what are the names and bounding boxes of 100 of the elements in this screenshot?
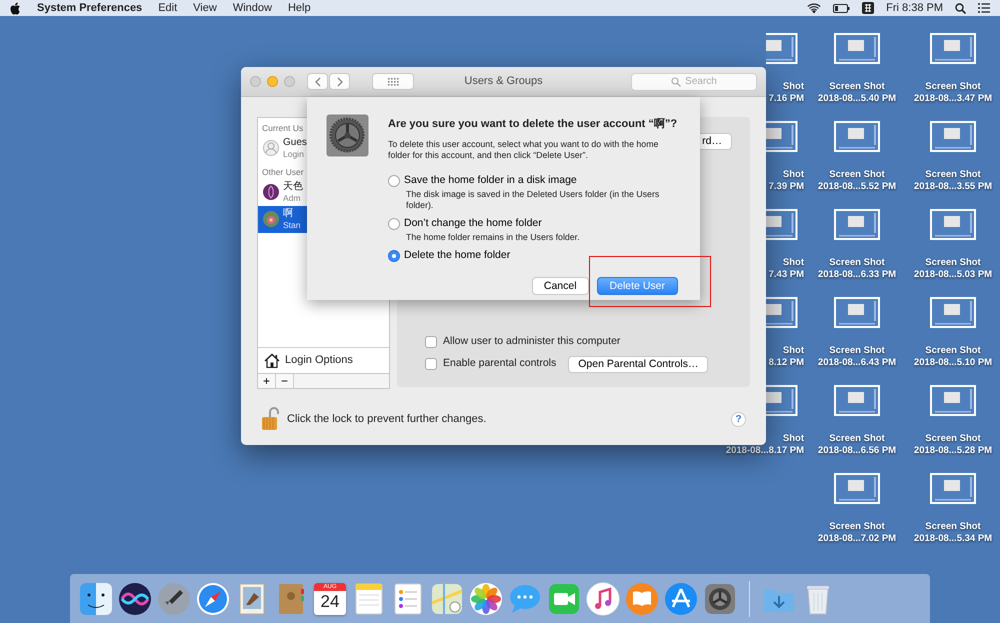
file-thumbnail-icon[interactable] [930, 121, 976, 152]
avatar-icon [263, 140, 279, 156]
menu-bar-app-name[interactable]: System Preferences [29, 0, 150, 16]
file-thumbnail-icon[interactable] [930, 385, 976, 416]
file-name[interactable]: 7.43 PM [768, 269, 804, 280]
menu-item[interactable]: Help [280, 0, 319, 16]
file-name[interactable]: Shot [782, 81, 804, 92]
file-name[interactable]: Screen Shot [829, 521, 885, 532]
file-name[interactable]: Screen Shot [829, 81, 885, 92]
help-button[interactable]: ? [731, 412, 746, 426]
battery-icon[interactable] [833, 4, 850, 12]
apple-icon [10, 2, 21, 14]
section-header: Current Us [261, 122, 304, 135]
file-thumbnail-icon[interactable] [930, 473, 976, 504]
file-name[interactable]: Screen Shot [829, 257, 885, 268]
file-name[interactable]: Screen Shot [829, 433, 885, 444]
flower-icon[interactable] [468, 580, 504, 616]
file-name[interactable]: 7.39 PM [768, 181, 804, 192]
file-thumbnail-icon[interactable] [834, 33, 880, 64]
grid-icon [388, 78, 398, 86]
file-name[interactable]: 7.16 PM [768, 93, 804, 104]
radio-option[interactable]: Delete the home folder [388, 248, 510, 264]
file-name[interactable]: Screen Shot [925, 257, 981, 268]
music-note-icon[interactable] [585, 580, 621, 616]
radio-option[interactable]: Don’t change the home folder [388, 216, 542, 232]
option-note: The home folder remains in the Users folder. [405, 232, 581, 242]
file-thumbnail-icon[interactable] [930, 209, 976, 240]
file-name[interactable]: Shot [782, 169, 804, 180]
menu-bar-clock[interactable]: Fri 8:38 PM [886, 0, 943, 16]
file-name[interactable]: Screen Shot [925, 81, 981, 92]
lock-hint: Click the lock to prevent further changes. [287, 412, 486, 427]
file-name[interactable]: Screen Shot [829, 169, 885, 180]
delete-user-button[interactable]: Delete User [596, 276, 678, 294]
house-icon [264, 353, 280, 368]
user-item[interactable]: 天色 Adm [258, 178, 389, 206]
remove-button[interactable]: − [276, 374, 294, 388]
radio-option[interactable]: Save the home folder in a disk image [388, 172, 577, 188]
avatar-icon [263, 211, 279, 227]
file-name[interactable]: 2018-08...5.28 PM [914, 445, 992, 456]
cancel-button[interactable]: Cancel [532, 276, 589, 294]
checkbox-label[interactable]: Allow user to administer this computer [443, 334, 620, 350]
parental-controls-button[interactable]: Open Parental Controls… [568, 356, 708, 372]
file-name[interactable]: 2018-08...3.55 PM [914, 181, 992, 192]
compass-icon[interactable] [195, 580, 231, 616]
file-thumbnail-icon[interactable] [930, 33, 976, 64]
file-name[interactable]: 2018-08...5.40 PM [818, 93, 896, 104]
file-name[interactable]: 2018-08...8.17 PM [726, 445, 804, 456]
file-thumbnail-icon[interactable] [834, 209, 880, 240]
search-icon [671, 76, 682, 86]
file-thumbnail-icon[interactable] [834, 473, 880, 504]
login-options-item[interactable]: Login Options [258, 347, 389, 373]
file-name[interactable]: Shot [782, 433, 804, 444]
file-name[interactable]: 2018-08...5.52 PM [818, 181, 896, 192]
checkbox-label[interactable]: Enable parental controls [443, 356, 556, 372]
back-button[interactable] [307, 73, 328, 90]
file-thumbnail-icon[interactable] [930, 297, 976, 328]
file-name[interactable]: Screen Shot [925, 433, 981, 444]
wifi-icon[interactable] [807, 2, 822, 14]
user-role: Login [283, 149, 305, 160]
avatar-icon [263, 184, 279, 200]
file-name[interactable]: 2018-08...3.47 PM [914, 93, 992, 104]
checkbox[interactable] [425, 358, 437, 370]
file-name[interactable]: 8.12 PM [768, 357, 804, 368]
chevron-left-icon [314, 76, 320, 86]
window-title: Users & Groups [464, 74, 543, 90]
input-method-icon[interactable] [862, 2, 874, 14]
show-all-button[interactable] [372, 73, 414, 90]
user-role: Adm [283, 193, 302, 203]
option-note: The disk image is saved in the Deleted Users folder (in the Users folder). [405, 188, 660, 210]
file-name[interactable]: Screen Shot [925, 521, 981, 532]
checkbox[interactable] [425, 336, 437, 348]
forward-button[interactable] [329, 73, 350, 90]
file-thumbnail-icon[interactable] [834, 121, 880, 152]
menu-item[interactable]: Edit [150, 0, 186, 16]
file-name[interactable]: 2018-08...5.03 PM [914, 269, 992, 280]
file-name[interactable]: Shot [782, 257, 804, 268]
search-icon[interactable] [955, 2, 966, 14]
file-name[interactable]: 2018-08...6.33 PM [818, 269, 896, 280]
padlock-icon[interactable] [261, 407, 279, 431]
add-button[interactable]: + [258, 374, 276, 388]
file-thumbnail-icon[interactable] [834, 297, 880, 328]
gear-icon [326, 114, 369, 157]
file-name[interactable]: 2018-08...5.10 PM [914, 357, 992, 368]
file-name[interactable]: 2018-08...6.43 PM [818, 357, 896, 368]
file-name[interactable]: Shot [782, 345, 804, 356]
file-name[interactable]: 2018-08...5.34 PM [914, 533, 992, 544]
menu-icon[interactable] [978, 3, 990, 13]
file-name[interactable]: Screen Shot [829, 345, 885, 356]
file-name[interactable]: Screen Shot [925, 169, 981, 180]
file-name[interactable]: 2018-08...6.56 PM [818, 445, 896, 456]
section-header: Other User [261, 166, 305, 178]
menu-item[interactable]: View [185, 0, 225, 16]
file-name[interactable]: Screen Shot [925, 345, 981, 356]
user-item[interactable]: Gues Login [258, 134, 389, 162]
open-book-icon[interactable] [624, 580, 660, 616]
user-name: 啊 [283, 208, 294, 220]
file-thumbnail-icon[interactable] [834, 385, 880, 416]
user-name: 天色 [283, 181, 303, 193]
file-name[interactable]: 2018-08...7.02 PM [818, 533, 896, 544]
menu-item[interactable]: Window [224, 0, 280, 16]
